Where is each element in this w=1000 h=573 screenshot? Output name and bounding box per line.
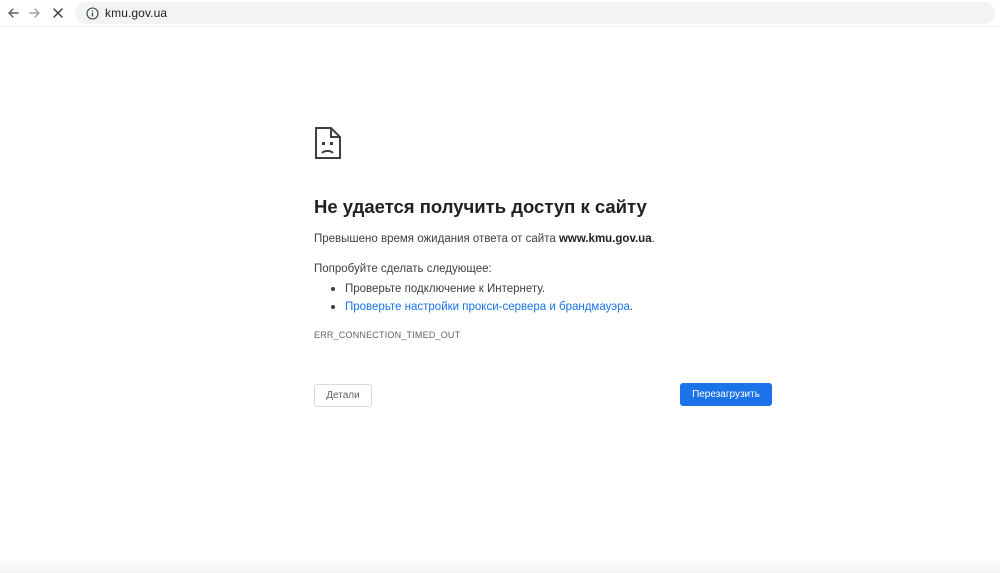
- error-code: ERR_CONNECTION_TIMED_OUT: [314, 330, 461, 340]
- sad-page-icon: [314, 126, 342, 160]
- reload-button[interactable]: Перезагрузить: [680, 383, 772, 406]
- page-title: Не удается получить доступ к сайту: [314, 196, 647, 217]
- list-item: Проверьте подключение к Интернету.: [314, 280, 633, 298]
- summary-host: www.kmu.gov.ua: [558, 233, 652, 245]
- arrow-left-icon: [6, 6, 20, 20]
- list-item: Проверьте настройки прокси-сервера и бра…: [314, 298, 633, 316]
- details-button[interactable]: Детали: [314, 384, 372, 407]
- toolbar-divider: [0, 26, 1000, 27]
- browser-toolbar: kmu.gov.ua: [0, 0, 1000, 26]
- url-text: kmu.gov.ua: [105, 6, 168, 20]
- back-button[interactable]: [3, 3, 23, 23]
- suggestion-suffix: .: [629, 301, 634, 313]
- address-bar[interactable]: kmu.gov.ua: [75, 2, 995, 24]
- summary-suffix: .: [651, 233, 655, 245]
- suggestion-text: Проверьте подключение к Интернету.: [345, 283, 546, 295]
- proxy-settings-link[interactable]: Проверьте настройки прокси-сервера и бра…: [345, 301, 630, 313]
- arrow-right-icon: [28, 6, 42, 20]
- stop-button[interactable]: [48, 3, 68, 23]
- close-icon: [51, 6, 65, 20]
- summary-prefix: Превышено время ожидания ответа от сайта: [314, 233, 559, 245]
- suggestions-heading: Попробуйте сделать следующее:: [314, 263, 492, 275]
- info-icon[interactable]: [85, 6, 99, 20]
- suggestions-list: Проверьте подключение к Интернету. Прове…: [314, 280, 633, 316]
- bottom-edge: [0, 558, 1000, 573]
- error-summary: Превышено время ожидания ответа от сайта…: [314, 233, 655, 245]
- forward-button[interactable]: [25, 3, 45, 23]
